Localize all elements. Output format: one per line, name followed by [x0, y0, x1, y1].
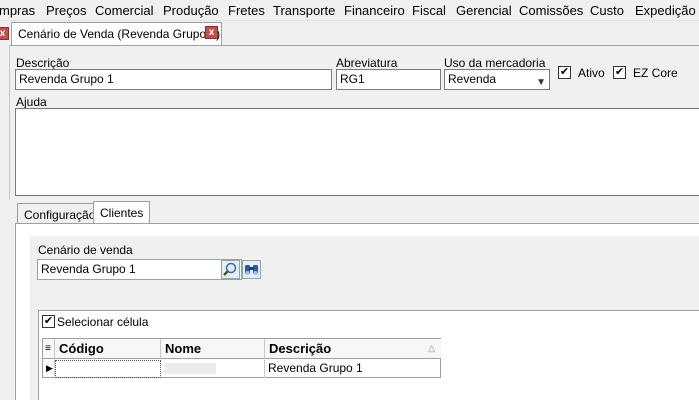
descricao-label: Descrição	[16, 56, 70, 70]
checkmark-icon: ✔	[43, 315, 54, 327]
menu-custo[interactable]: Custo	[590, 3, 624, 19]
column-header-descricao-label: Descrição	[269, 341, 332, 356]
column-header-descricao[interactable]: Descrição △	[265, 339, 441, 359]
sort-ascending-icon: △	[428, 343, 435, 353]
menu-gerencial[interactable]: Gerencial	[456, 3, 512, 19]
tab-cenario-de-venda[interactable]: Cenário de Venda (Revenda Grupo 1) x	[11, 22, 222, 45]
column-header-nome[interactable]: Nome	[161, 339, 265, 359]
uso-mercadoria-select[interactable]: Revenda ▼	[444, 69, 550, 90]
cenario-venda-label: Cenário de venda	[38, 243, 133, 257]
ezcore-label: EZ Core	[633, 66, 678, 80]
tab-close-icon[interactable]: x	[205, 26, 218, 39]
uso-mercadoria-label: Uso da mercadoria	[444, 56, 546, 70]
menu-financeiro[interactable]: Financeiro	[344, 3, 405, 19]
menu-compras[interactable]: mpras	[0, 3, 35, 19]
cell-nome[interactable]	[161, 360, 265, 378]
column-header-codigo[interactable]: Código	[55, 339, 161, 359]
abreviatura-label: Abreviatura	[336, 56, 398, 70]
selecionar-celula-checkbox[interactable]: ✔	[42, 315, 55, 328]
ezcore-checkbox[interactable]: ✔	[613, 66, 626, 79]
chevron-down-icon: ▼	[536, 77, 546, 88]
uso-mercadoria-value: Revenda	[448, 72, 497, 86]
column-chooser-icon[interactable]: ≡	[43, 339, 55, 359]
ativo-checkbox[interactable]: ✔	[558, 66, 571, 79]
menu-fretes[interactable]: Fretes	[228, 3, 265, 19]
prev-tab-close-icon[interactable]: x	[0, 27, 9, 40]
clientes-grid: ≡ Código Nome Descrição △ ▶ Revenda Grup…	[42, 338, 441, 378]
checkmark-icon: ✔	[559, 66, 570, 78]
cell-nome-placeholder	[164, 363, 216, 374]
ajuda-label: Ajuda	[16, 95, 47, 109]
menu-bar: mpras Preços Comercial Produção Fretes T…	[0, 0, 699, 21]
menu-comissoes[interactable]: Comissões	[519, 3, 583, 19]
ajuda-textarea[interactable]	[15, 108, 699, 196]
menu-comercial[interactable]: Comercial	[95, 3, 154, 19]
row-indicator-icon: ▶	[43, 360, 55, 378]
menu-fiscal[interactable]: Fiscal	[412, 3, 446, 19]
cell-codigo[interactable]	[55, 360, 161, 378]
selecionar-celula-label: Selecionar célula	[57, 315, 149, 329]
left-gutter	[0, 45, 10, 200]
checkmark-icon: ✔	[614, 66, 625, 78]
magnifier-icon[interactable]	[221, 260, 240, 279]
menu-transporte[interactable]: Transporte	[273, 3, 335, 19]
cenario-venda-field[interactable]: Revenda Grupo 1	[37, 259, 242, 280]
menu-producao[interactable]: Produção	[163, 3, 219, 19]
tab-clientes[interactable]: Clientes	[93, 201, 151, 224]
abreviatura-field[interactable]: RG1	[336, 69, 441, 90]
cell-descricao[interactable]: Revenda Grupo 1	[265, 360, 441, 378]
menu-precos[interactable]: Preços	[46, 3, 86, 19]
menu-expedicao[interactable]: Expedição	[635, 3, 696, 19]
tab-title: Cenário de Venda (Revenda Grupo 1)	[18, 27, 221, 41]
ativo-label: Ativo	[578, 66, 605, 80]
descricao-field[interactable]: Revenda Grupo 1	[15, 69, 332, 90]
binoculars-icon[interactable]	[242, 260, 261, 279]
